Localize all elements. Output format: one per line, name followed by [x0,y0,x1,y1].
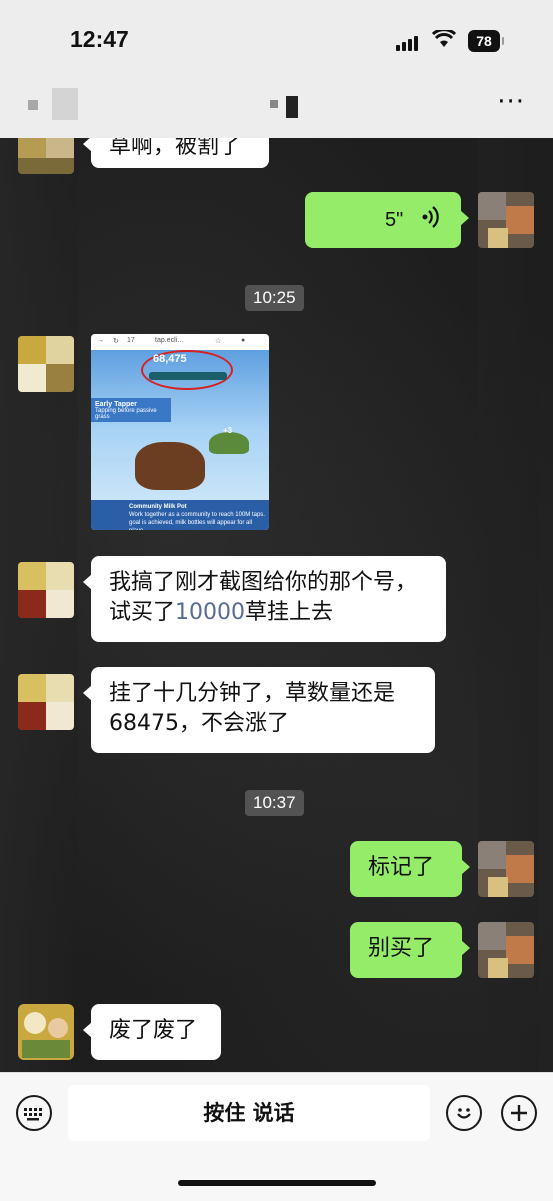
milk-text: Work together as a community to reach 10… [129,512,265,530]
emoji-button[interactable] [446,1095,482,1131]
back-area-blur[interactable] [28,100,38,110]
wifi-icon [431,28,457,52]
avatar-self[interactable] [478,922,534,978]
avatar[interactable] [18,1004,74,1060]
voice-wave-icon [421,204,441,239]
game-screenshot: 68,475 Early Tapper Tapping before passi… [91,350,269,530]
avatar[interactable] [18,674,74,730]
image-message[interactable]: → ↻ 17 tap.ecli… ☆ ● 68,475 Early Tapper… [91,334,269,530]
star-icon: ☆ [215,338,222,345]
avatar-blur [52,88,78,120]
message-bubble[interactable]: 草啊，被割了 [83,138,269,168]
more-options-button[interactable]: ··· [497,89,525,115]
timestamp: 10:37 [245,790,304,816]
title-blur-2 [286,96,298,118]
message-text: 试买了 [109,600,176,625]
milk-pot-panel: Community Milk Pot Work together as a co… [91,500,269,530]
timestamp: 10:25 [245,285,304,311]
message-bubble[interactable]: 我搞了刚才截图给你的那个号， 试买了10000草挂上去 [83,556,446,642]
tab-count: 17 [127,337,135,344]
back-icon: → [97,337,104,344]
chat-area[interactable]: 草啊，被割了 5" 10:25 → ↻ 17 tap.ecli… ☆ ● 68,… [0,138,553,1072]
yak-illustration [135,442,205,490]
profile-icon: ● [241,337,246,344]
message-line: 68475，不会涨了 [109,711,289,736]
status-time: 12:47 [70,26,129,52]
message-bubble[interactable]: 挂了十几分钟了，草数量还是 68475，不会涨了 [83,667,435,753]
game-score: 68,475 [153,353,187,365]
message-line: 试买了10000草挂上去 [109,598,428,628]
keyboard-icon [24,1106,43,1121]
avatar[interactable] [18,336,74,392]
progress-bar [149,372,227,380]
voice-duration: 5" [385,209,404,231]
game-panel: Early Tapper Tapping before passive gras… [91,398,171,422]
more-functions-button[interactable] [501,1095,537,1131]
message-text: 草啊，被割了 [109,138,242,159]
voice-message-bubble[interactable]: 5" [305,192,469,248]
hold-to-talk-button[interactable]: 按住 说话 [68,1085,430,1141]
message-line: 我搞了刚才截图给你的那个号， [109,570,418,595]
signal-icon [396,32,420,51]
message-text: 标记了 [368,855,435,880]
phone-number-link[interactable]: 10000 [175,600,245,625]
message-bubble-self[interactable]: 别买了 [350,922,470,978]
milk-title: Community Milk Pot [129,504,187,510]
message-bubble[interactable]: 废了废了 [83,1004,221,1060]
plus-icon [510,1104,528,1126]
home-indicator[interactable] [178,1180,376,1186]
keyboard-toggle-button[interactable] [16,1095,52,1131]
game-badge: +3 [223,426,233,435]
browser-url: tap.ecli… [155,337,185,344]
island-illustration [209,432,249,454]
browser-bar: → ↻ 17 tap.ecli… ☆ ● [91,334,269,350]
message-text: 草挂上去 [245,600,334,625]
top-bar: 12:47 78 ··· [0,0,553,138]
avatar-self[interactable] [478,192,534,248]
message-text: 别买了 [368,936,435,961]
avatar[interactable] [18,138,74,174]
panel-title: Early Tapper [95,401,137,408]
avatar[interactable] [18,562,74,618]
panel-subtitle: Tapping before passive grass [95,408,157,420]
title-blur [270,100,278,108]
reload-icon: ↻ [113,338,119,345]
emoji-icon [454,1103,474,1127]
message-line: 挂了十几分钟了，草数量还是 [109,681,396,706]
battery-indicator: 78 [468,30,504,52]
message-bubble-self[interactable]: 标记了 [350,841,470,897]
avatar-self[interactable] [478,841,534,897]
message-text: 废了废了 [109,1018,198,1043]
